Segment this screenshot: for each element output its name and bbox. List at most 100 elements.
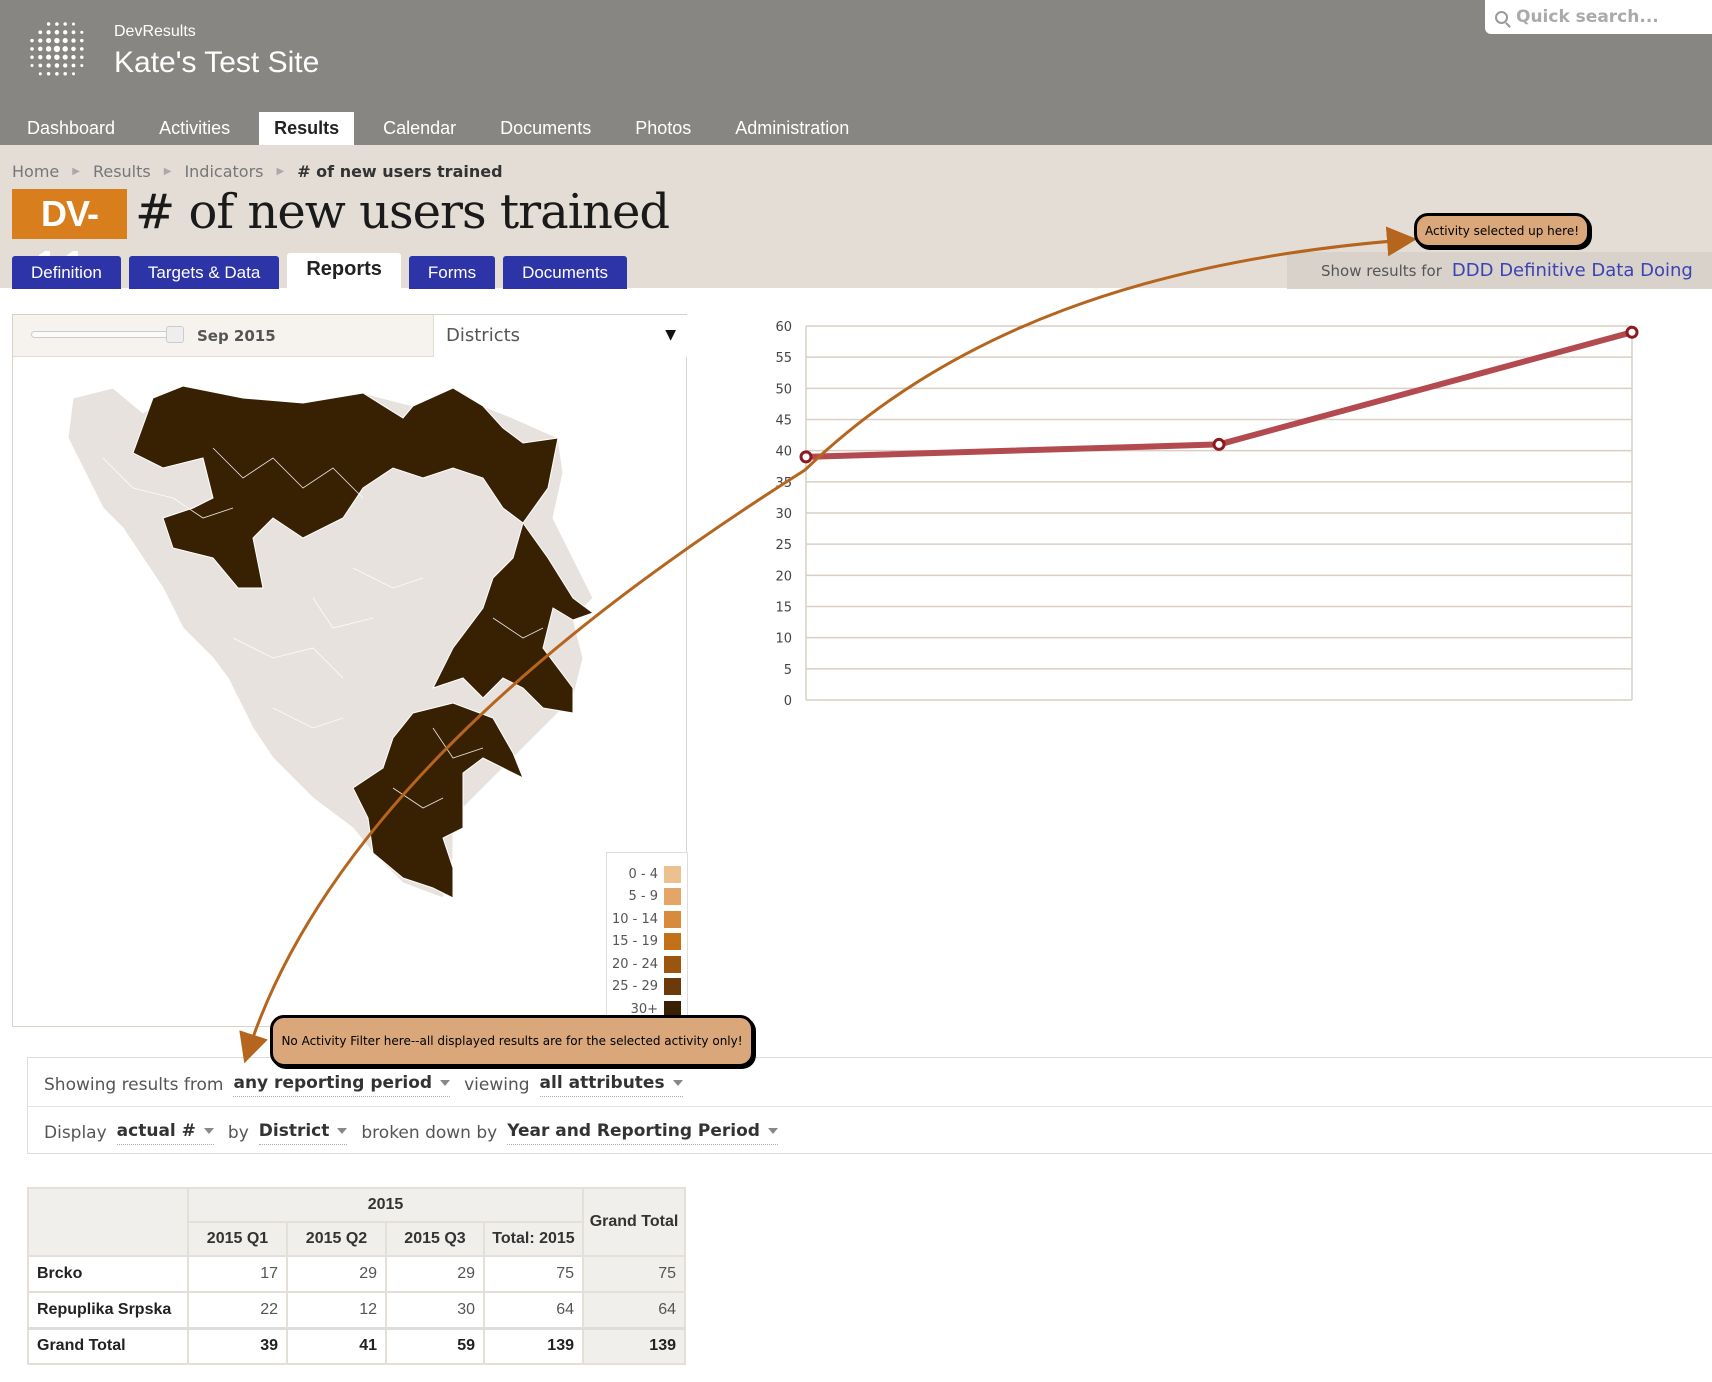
top-header: DevResults Kate's Test Site Dashboard Ac…	[0, 0, 1712, 146]
table-cell: 64	[483, 1291, 584, 1329]
period-slider-track[interactable]	[31, 331, 181, 338]
logo-dot	[55, 22, 59, 26]
period-slider-handle[interactable]	[166, 326, 184, 343]
table-corner	[27, 1187, 189, 1257]
logo-dot	[79, 47, 84, 51]
indicator-tabs: Definition Targets & Data Reports Forms …	[12, 253, 635, 289]
nav-photos[interactable]: Photos	[620, 112, 706, 146]
legend-swatch	[664, 910, 681, 928]
caret-down-icon	[672, 1080, 683, 1086]
logo-dot	[38, 38, 43, 43]
legend-swatch	[664, 865, 681, 883]
breakdown-dropdown[interactable]: Year and Reporting Period	[507, 1121, 778, 1145]
nav-results[interactable]: Results	[259, 112, 355, 146]
logo-dot	[38, 72, 42, 76]
logo-dot	[54, 30, 60, 35]
logo-dot	[62, 54, 68, 60]
nav-activities[interactable]: Activities	[144, 112, 245, 146]
logo-dot	[38, 63, 43, 68]
display-label: Display	[44, 1123, 107, 1143]
legend-label: 5 - 9	[628, 889, 659, 905]
legend-item: 15 - 19	[607, 931, 681, 954]
logo-dot	[46, 30, 51, 35]
logo-dot	[71, 22, 76, 26]
legend-item: 20 - 24	[607, 953, 681, 976]
y-tick-label: 35	[775, 476, 792, 491]
map-panel: Sep 2015 Districts ▼ 0 - 4 5 - 9 10 - 14 15…	[12, 314, 688, 1028]
tab-definition[interactable]: Definition	[12, 256, 121, 289]
site-name[interactable]: Kate's Test Site	[114, 46, 319, 80]
quick-search-input[interactable]	[1516, 7, 1706, 27]
logo-dot	[46, 72, 51, 76]
show-results-for-label: Show results for	[1321, 261, 1442, 280]
logo-dot	[80, 38, 84, 43]
geography-select-value: Districts	[446, 325, 521, 346]
annotation-note-bottom: No Activity Filter here--all displayed r…	[270, 1015, 754, 1067]
legend-item: 5 - 9	[607, 886, 681, 909]
breadcrumb-home[interactable]: Home	[12, 162, 59, 181]
table-cell-grand-total: 75	[582, 1255, 686, 1293]
table-grand-total-header: Grand Total	[582, 1187, 686, 1257]
org-name: DevResults	[114, 23, 196, 40]
filter-divider	[28, 1106, 1712, 1107]
caret-down-icon	[440, 1080, 451, 1086]
breadcrumb-separator-icon: ▶	[276, 166, 285, 177]
period-slider-label: Sep 2015	[197, 327, 276, 345]
table-cell: 75	[483, 1255, 584, 1293]
table-col-header: 2015 Q3	[385, 1221, 485, 1257]
legend-swatch	[664, 978, 681, 996]
table-cell: 30	[385, 1291, 485, 1329]
period-dropdown[interactable]: any reporting period	[233, 1073, 451, 1097]
logo-dot	[46, 38, 52, 44]
choropleth-map	[67, 385, 595, 899]
breadcrumb-indicators[interactable]: Indicators	[184, 162, 263, 181]
map-legend: 0 - 45 - 9 10 - 14 15 - 19 20 - 24 25 - 29 30…	[606, 852, 688, 1028]
measure-dropdown[interactable]: actual #	[116, 1121, 214, 1145]
table-col-header: 2015 Q2	[286, 1221, 387, 1257]
tab-forms[interactable]: Forms	[408, 256, 496, 289]
attributes-dropdown[interactable]: all attributes	[539, 1073, 683, 1097]
geography-select[interactable]: Districts ▼	[433, 315, 688, 357]
table-cell: 29	[286, 1255, 387, 1293]
show-results-for[interactable]: Show results for DDD Definitive Data Doi…	[1287, 252, 1712, 289]
table-cell: 12	[286, 1291, 387, 1329]
by-label: by	[227, 1123, 249, 1143]
logo-dot	[63, 63, 68, 68]
logo-dot	[71, 38, 76, 43]
logo-dot	[80, 30, 84, 34]
viewing-label: viewing	[464, 1075, 530, 1095]
logo-dot	[38, 30, 43, 35]
tab-reports[interactable]: Reports	[287, 253, 401, 289]
nav-calendar[interactable]: Calendar	[368, 112, 471, 146]
y-tick-label: 15	[775, 601, 792, 616]
breadcrumb-results[interactable]: Results	[93, 162, 151, 181]
logo-dot	[46, 63, 51, 68]
page-title: # of new users trained	[135, 184, 670, 240]
logo-dot	[62, 46, 68, 52]
by-dropdown[interactable]: District	[258, 1121, 348, 1145]
quick-search[interactable]	[1485, 0, 1712, 34]
devresults-logo-icon[interactable]	[24, 16, 90, 82]
period-dropdown-value: any reporting period	[233, 1073, 433, 1093]
table-cell: 17	[187, 1255, 288, 1293]
tab-documents[interactable]: Documents	[503, 256, 628, 289]
tab-targets-data[interactable]: Targets & Data	[128, 256, 280, 289]
table-total-row: Grand Total 39 41 59 139 139	[27, 1326, 686, 1365]
legend-label: 15 - 19	[611, 934, 658, 950]
nav-administration[interactable]: Administration	[720, 112, 864, 146]
nav-dashboard[interactable]: Dashboard	[12, 112, 130, 146]
y-tick-label: 10	[775, 632, 792, 647]
table-cell-grand-total: 139	[582, 1326, 686, 1365]
show-results-for-activity[interactable]: DDD Definitive Data Doing	[1452, 260, 1693, 281]
breadcrumb-separator-icon: ▶	[72, 166, 80, 177]
table-row: Repuplika Srpska 22 12 30 64 64	[27, 1291, 686, 1329]
nav-documents[interactable]: Documents	[485, 112, 606, 146]
logo-dot	[53, 45, 61, 53]
filter-row-period: Showing results from any reporting perio…	[44, 1073, 697, 1097]
annotation-note-top: Activity selected up here!	[1414, 213, 1590, 248]
y-tick-label: 30	[775, 507, 792, 522]
breadcrumb: Home ▶ Results ▶ Indicators ▶ # of new u…	[12, 162, 503, 181]
logo-dot	[54, 37, 60, 44]
y-tick-label: 45	[775, 414, 792, 429]
logo-dot	[38, 55, 43, 60]
